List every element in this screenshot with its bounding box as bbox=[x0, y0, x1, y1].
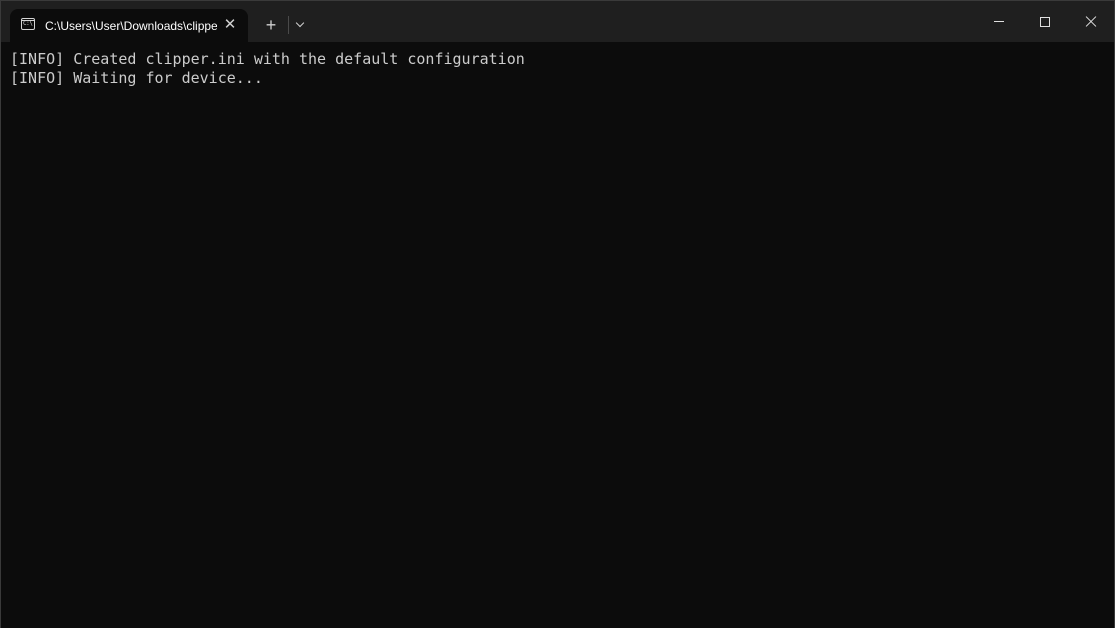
tab-title: C:\Users\User\Downloads\clipper.exe bbox=[45, 19, 217, 33]
plus-icon: + bbox=[265, 15, 277, 35]
terminal-icon: C:\ bbox=[21, 18, 35, 30]
close-window-button[interactable] bbox=[1068, 1, 1114, 42]
close-icon[interactable]: ✕ bbox=[220, 15, 240, 35]
terminal-line: [INFO] Waiting for device... bbox=[10, 69, 263, 87]
terminal-icon-glyph: C:\ bbox=[23, 20, 33, 27]
new-tab-button[interactable]: + bbox=[259, 13, 283, 37]
tab-active[interactable]: C:\ C:\Users\User\Downloads\clipper.exe … bbox=[10, 9, 248, 42]
terminal-window: C:\ C:\Users\User\Downloads\clipper.exe … bbox=[0, 0, 1115, 628]
terminal-line: [INFO] Created clipper.ini with the defa… bbox=[10, 50, 525, 68]
title-bar[interactable]: C:\ C:\Users\User\Downloads\clipper.exe … bbox=[1, 1, 1114, 42]
maximize-button[interactable] bbox=[1022, 1, 1068, 42]
terminal-output[interactable]: [INFO] Created clipper.ini with the defa… bbox=[1, 42, 1114, 628]
minimize-button[interactable] bbox=[976, 1, 1022, 42]
tab-separator bbox=[288, 16, 289, 34]
chevron-down-icon[interactable] bbox=[291, 13, 311, 37]
